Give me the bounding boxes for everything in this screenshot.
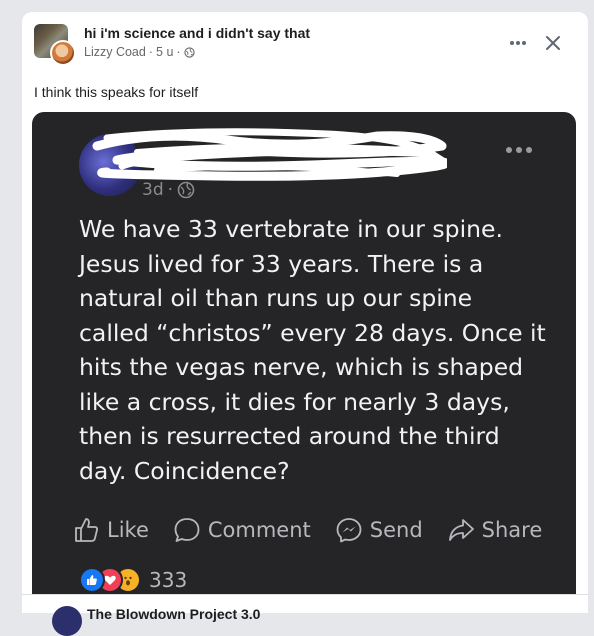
shared-post-time: 3d — [142, 180, 164, 200]
comment-button: Comment — [173, 516, 311, 544]
meta-separator: · — [176, 45, 181, 59]
group-name[interactable]: hi i'm science and i didn't say that — [84, 25, 310, 41]
shared-post-meta: 3d · — [142, 180, 195, 200]
redaction-scribble — [92, 128, 447, 181]
like-button: Like — [72, 516, 149, 544]
globe-icon — [183, 46, 195, 58]
post-caption: I think this speaks for itself — [34, 84, 199, 100]
meta-separator: · — [167, 180, 174, 200]
share-button: Share — [447, 516, 543, 544]
more-icon[interactable] — [509, 40, 527, 46]
close-icon[interactable] — [544, 34, 562, 52]
share-label: Share — [481, 518, 543, 542]
author-avatar[interactable] — [50, 40, 76, 66]
comment-label: Comment — [207, 518, 311, 542]
send-button: Send — [335, 516, 423, 544]
comment-bubble-icon — [174, 518, 200, 542]
shared-post-screenshot: 3d · We have 33 vertebrate in our spine.… — [32, 112, 576, 612]
share-arrow-icon — [448, 519, 474, 541]
thumbs-up-icon — [75, 518, 98, 542]
next-post-title[interactable]: The Blowdown Project 3.0 — [87, 606, 260, 622]
next-post-avatar[interactable] — [52, 606, 82, 636]
shared-post-actions: Like Comment Send Share — [72, 512, 542, 548]
reaction-summary: 333 — [79, 567, 187, 593]
send-label: Send — [369, 518, 423, 542]
group-avatar[interactable] — [34, 24, 76, 66]
like-label: Like — [107, 518, 149, 542]
like-reaction-icon — [79, 567, 105, 593]
author-name[interactable]: Lizzy Coad — [84, 45, 146, 59]
shared-post-text: We have 33 vertebrate in our spine. Jesu… — [79, 215, 546, 485]
more-icon — [506, 147, 532, 153]
next-post-preview[interactable]: The Blowdown Project 3.0 — [22, 594, 588, 636]
reaction-count: 333 — [149, 568, 188, 592]
post-time[interactable]: 5 u — [156, 45, 173, 59]
post-card: hi i'm science and i didn't say that Liz… — [22, 12, 588, 636]
globe-icon — [177, 181, 195, 199]
meta-separator: · — [148, 45, 154, 59]
messenger-icon — [336, 518, 362, 543]
post-meta: Lizzy Coad · 5 u · — [84, 45, 195, 59]
